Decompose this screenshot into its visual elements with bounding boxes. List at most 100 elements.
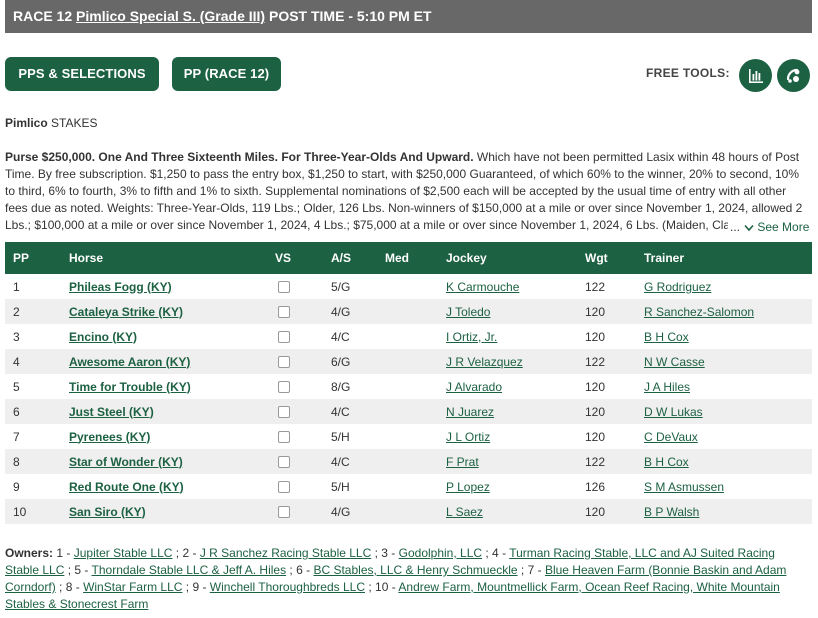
trainer-link[interactable]: B P Walsh: [644, 505, 699, 519]
pp-number: 8: [5, 449, 69, 474]
weight: 120: [585, 499, 644, 524]
jockey-link[interactable]: P Lopez: [446, 480, 490, 494]
trainer-link[interactable]: C DeVaux: [644, 430, 698, 444]
bar-chart-icon[interactable]: [739, 59, 772, 92]
table-header-row: PP Horse VS A/S Med Jockey Wgt Trainer: [5, 242, 812, 274]
owner-num: 7: [527, 563, 535, 577]
race-header: RACE 12 Pimlico Special S. (Grade III) P…: [5, 0, 812, 33]
jockey-link[interactable]: F Prat: [446, 455, 479, 469]
horse-link[interactable]: San Siro (KY): [69, 505, 146, 519]
pp-race-button[interactable]: PP (RACE 12): [172, 57, 281, 91]
horse-link[interactable]: Cataleya Strike (KY): [69, 305, 183, 319]
trainer-link[interactable]: J A Hiles: [644, 380, 690, 394]
weight: 120: [585, 379, 606, 394]
horse-link[interactable]: Awesome Aaron (KY): [69, 355, 190, 369]
medication: [385, 474, 446, 499]
vs-checkbox[interactable]: [278, 431, 290, 444]
horse-link[interactable]: Phileas Fogg (KY): [69, 280, 172, 294]
vs-checkbox[interactable]: [278, 306, 290, 319]
owner-num: 6: [296, 563, 303, 577]
horse-link[interactable]: Just Steel (KY): [69, 405, 154, 419]
vs-checkbox[interactable]: [278, 331, 290, 344]
table-row: 6 Just Steel (KY) 4/C N Juarez 120 D W L…: [5, 399, 812, 424]
conditions-lead: Purse $250,000. One And Three Sixteenth …: [5, 150, 474, 164]
trainer-link[interactable]: N W Casse: [644, 355, 705, 369]
medication: [385, 274, 446, 299]
see-more-link[interactable]: ... See More: [730, 220, 810, 234]
weight: 126: [585, 479, 606, 494]
pp-number: 2: [5, 299, 69, 324]
trainer-link[interactable]: G Rodriguez: [644, 280, 711, 294]
owner-link[interactable]: Jupiter Stable LLC: [74, 546, 173, 560]
handicapping-tool-icon[interactable]: [777, 59, 810, 92]
owner-num: 10: [375, 580, 389, 594]
vs-checkbox[interactable]: [278, 456, 290, 469]
table-row: 1 Phileas Fogg (KY) 5/G K Carmouche 122 …: [5, 274, 812, 299]
horse-link[interactable]: Red Route One (KY): [69, 480, 184, 494]
medication: [385, 499, 446, 524]
pps-selections-button[interactable]: PPS & SELECTIONS: [5, 57, 159, 91]
trainer-link[interactable]: R Sanchez-Salomon: [644, 305, 754, 319]
owner-link[interactable]: J R Sanchez Racing Stable LLC: [200, 546, 371, 560]
pp-number: 6: [5, 399, 69, 424]
jockey-link[interactable]: J L Ortiz: [446, 430, 490, 444]
trainer-link[interactable]: S M Asmussen: [644, 480, 724, 494]
owner-num: 5: [74, 563, 82, 577]
owner-link[interactable]: Thorndale Stable LLC & Jeff A. Hiles: [92, 563, 287, 577]
see-more-label: See More: [757, 220, 810, 234]
jockey-link[interactable]: L Saez: [446, 505, 483, 519]
age-sex: 5/H: [331, 479, 350, 494]
horse-link[interactable]: Encino (KY): [69, 330, 137, 344]
col-wgt: Wgt: [585, 242, 644, 274]
owner-link[interactable]: Winchell Thoroughbreds LLC: [210, 580, 365, 594]
owner-num: 8: [65, 580, 73, 594]
owner-link[interactable]: Godolphin, LLC: [399, 546, 482, 560]
pp-number: 10: [5, 499, 69, 524]
chevron-down-icon: [744, 220, 757, 234]
jockey-link[interactable]: J Toledo: [446, 305, 490, 319]
horse-link[interactable]: Star of Wonder (KY): [69, 455, 183, 469]
pp-number: 3: [13, 329, 20, 344]
trainer-link[interactable]: B H Cox: [644, 455, 689, 469]
track-line: Pimlico STAKES: [5, 116, 98, 130]
trainer-link[interactable]: B H Cox: [644, 330, 689, 344]
weight: 122: [585, 279, 606, 294]
age-sex: 4/C: [331, 329, 350, 344]
jockey-link[interactable]: I Ortiz, Jr.: [446, 330, 497, 344]
age-sex: 5/G: [331, 279, 351, 294]
track-name: Pimlico: [5, 116, 48, 130]
vs-checkbox[interactable]: [278, 406, 290, 419]
jockey-link[interactable]: J Alvarado: [446, 380, 502, 394]
jockey-link[interactable]: N Juarez: [446, 405, 494, 419]
pp-number: 5: [13, 379, 20, 394]
pp-number: 4: [5, 349, 69, 374]
owner-link[interactable]: BC Stables, LLC & Henry Schmueckle: [313, 563, 517, 577]
medication: [385, 374, 446, 399]
age-sex: 4/C: [331, 449, 385, 474]
vs-checkbox[interactable]: [278, 481, 290, 494]
col-as: A/S: [331, 242, 385, 274]
jockey-link[interactable]: J R Velazquez: [446, 355, 523, 369]
entries-table: PP Horse VS A/S Med Jockey Wgt Trainer 1…: [5, 242, 812, 524]
vs-checkbox[interactable]: [278, 356, 290, 369]
weight: 122: [585, 449, 644, 474]
medication: [385, 349, 446, 374]
col-med: Med: [385, 242, 446, 274]
trainer-link[interactable]: D W Lukas: [644, 405, 703, 419]
jockey-link[interactable]: K Carmouche: [446, 280, 519, 294]
owner-link[interactable]: WinStar Farm LLC: [83, 580, 182, 594]
age-sex: 5/H: [331, 429, 350, 444]
vs-checkbox[interactable]: [278, 381, 290, 394]
table-row: 7 Pyrenees (KY) 5/H J L Ortiz 120 C DeVa…: [5, 424, 812, 449]
owner-num: 4: [492, 546, 499, 560]
age-sex: 4/G: [331, 499, 385, 524]
vs-checkbox[interactable]: [278, 281, 290, 294]
age-sex: 8/G: [331, 379, 351, 394]
vs-checkbox[interactable]: [278, 506, 290, 519]
race-name-link[interactable]: Pimlico Special S. (Grade III): [76, 8, 265, 24]
pp-number: 1: [13, 279, 20, 294]
horse-link[interactable]: Pyrenees (KY): [69, 430, 150, 444]
age-sex: 4/G: [331, 299, 385, 324]
weight: 120: [585, 299, 644, 324]
horse-link[interactable]: Time for Trouble (KY): [69, 380, 191, 394]
